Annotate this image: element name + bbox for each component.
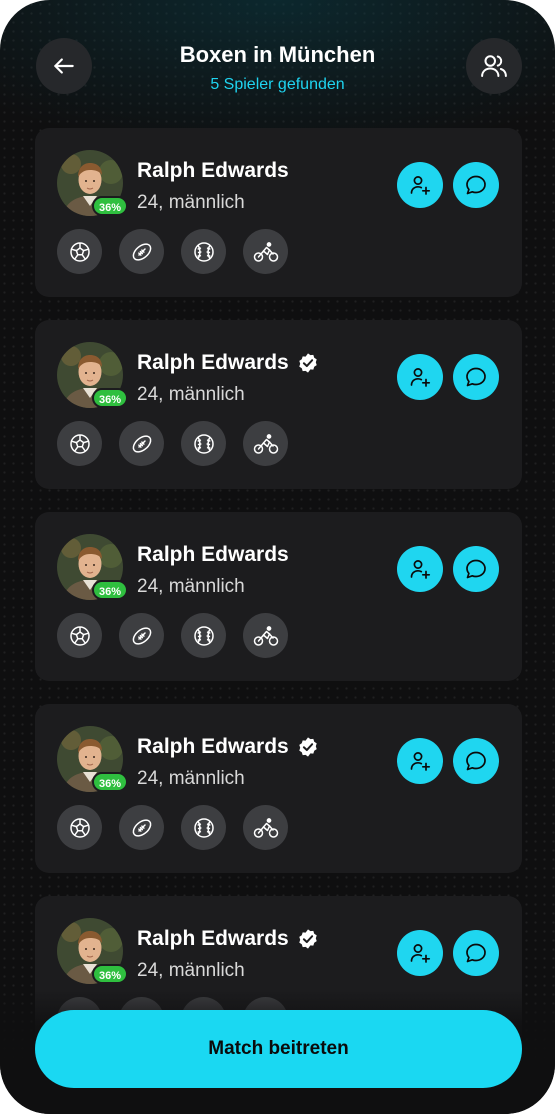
player-name: Ralph Edwards	[137, 351, 289, 374]
user-plus-icon	[410, 752, 431, 771]
user-plus-icon	[410, 176, 431, 195]
user-plus-icon	[410, 560, 431, 579]
sport-badge	[243, 805, 288, 850]
sports-list	[57, 805, 288, 850]
player-name-row: Ralph Edwards	[137, 543, 289, 567]
chat-bubble-icon	[466, 367, 486, 387]
chat-bubble-icon	[466, 175, 486, 195]
player-name: Ralph Edwards	[137, 927, 289, 950]
sport-badge	[181, 805, 226, 850]
sport-badge	[57, 421, 102, 466]
cycling-icon	[253, 817, 278, 838]
player-info: 24, männlich	[137, 192, 245, 213]
sport-badge	[181, 421, 226, 466]
player-info: 24, männlich	[137, 576, 245, 597]
chat-bubble-icon	[466, 943, 486, 963]
players-button[interactable]	[466, 38, 522, 94]
add-friend-button[interactable]	[397, 162, 443, 208]
player-name-row: Ralph Edwards	[137, 159, 289, 183]
player-list: 36% Ralph Edwards 24, männlich 36% Ralph…	[35, 128, 522, 1088]
sport-badge	[119, 613, 164, 658]
soccer-ball-icon	[69, 625, 90, 646]
add-friend-button[interactable]	[397, 738, 443, 784]
player-name: Ralph Edwards	[137, 543, 289, 566]
american-football-icon	[132, 626, 151, 645]
soccer-ball-icon	[69, 433, 90, 454]
add-friend-button[interactable]	[397, 354, 443, 400]
add-friend-button[interactable]	[397, 930, 443, 976]
player-info: 24, männlich	[137, 384, 245, 405]
match-percentage-badge: 36%	[92, 388, 129, 408]
soccer-ball-icon	[69, 817, 90, 838]
chat-bubble-icon	[466, 751, 486, 771]
phone-screen: Boxen in München 5 Spieler gefunden 36% …	[0, 0, 555, 1114]
player-info: 24, männlich	[137, 960, 245, 981]
user-plus-icon	[410, 944, 431, 963]
sport-badge	[57, 805, 102, 850]
verified-icon	[298, 929, 317, 949]
match-percentage-badge: 36%	[92, 580, 129, 600]
add-friend-button[interactable]	[397, 546, 443, 592]
chat-button[interactable]	[453, 162, 499, 208]
american-football-icon	[132, 242, 151, 261]
player-info: 24, männlich	[137, 768, 245, 789]
sport-badge	[243, 229, 288, 274]
verified-icon	[298, 353, 317, 373]
player-name-row: Ralph Edwards	[137, 735, 319, 759]
join-match-button[interactable]: Match beitreten	[35, 1010, 522, 1088]
baseball-icon	[193, 433, 214, 454]
sport-badge	[57, 229, 102, 274]
sport-badge	[243, 421, 288, 466]
player-name-row: Ralph Edwards	[137, 351, 319, 375]
baseball-icon	[193, 817, 214, 838]
users-icon	[481, 55, 507, 77]
verified-icon	[298, 737, 317, 757]
sport-badge	[119, 421, 164, 466]
cycling-icon	[253, 625, 278, 646]
match-percentage-badge: 36%	[92, 196, 129, 216]
sport-badge	[57, 613, 102, 658]
chat-button[interactable]	[453, 738, 499, 784]
chat-bubble-icon	[466, 559, 486, 579]
player-card[interactable]: 36% Ralph Edwards 24, männlich	[35, 320, 522, 489]
sport-badge	[243, 613, 288, 658]
cycling-icon	[253, 241, 278, 262]
chat-button[interactable]	[453, 354, 499, 400]
header: Boxen in München 5 Spieler gefunden	[0, 0, 555, 120]
chat-button[interactable]	[453, 930, 499, 976]
player-card[interactable]: 36% Ralph Edwards 24, männlich	[35, 704, 522, 873]
player-card[interactable]: 36% Ralph Edwards 24, männlich	[35, 512, 522, 681]
sport-badge	[119, 229, 164, 274]
sport-badge	[181, 613, 226, 658]
sport-badge	[181, 229, 226, 274]
player-name: Ralph Edwards	[137, 735, 289, 758]
sports-list	[57, 229, 288, 274]
chat-button[interactable]	[453, 546, 499, 592]
baseball-icon	[193, 241, 214, 262]
match-percentage-badge: 36%	[92, 772, 129, 792]
player-name-row: Ralph Edwards	[137, 927, 319, 951]
user-plus-icon	[410, 368, 431, 387]
cycling-icon	[253, 433, 278, 454]
american-football-icon	[132, 434, 151, 453]
sport-badge	[119, 805, 164, 850]
sports-list	[57, 421, 288, 466]
baseball-icon	[193, 625, 214, 646]
soccer-ball-icon	[69, 241, 90, 262]
sports-list	[57, 613, 288, 658]
player-card[interactable]: 36% Ralph Edwards 24, männlich	[35, 128, 522, 297]
american-football-icon	[132, 818, 151, 837]
match-percentage-badge: 36%	[92, 964, 129, 984]
player-name: Ralph Edwards	[137, 159, 289, 182]
